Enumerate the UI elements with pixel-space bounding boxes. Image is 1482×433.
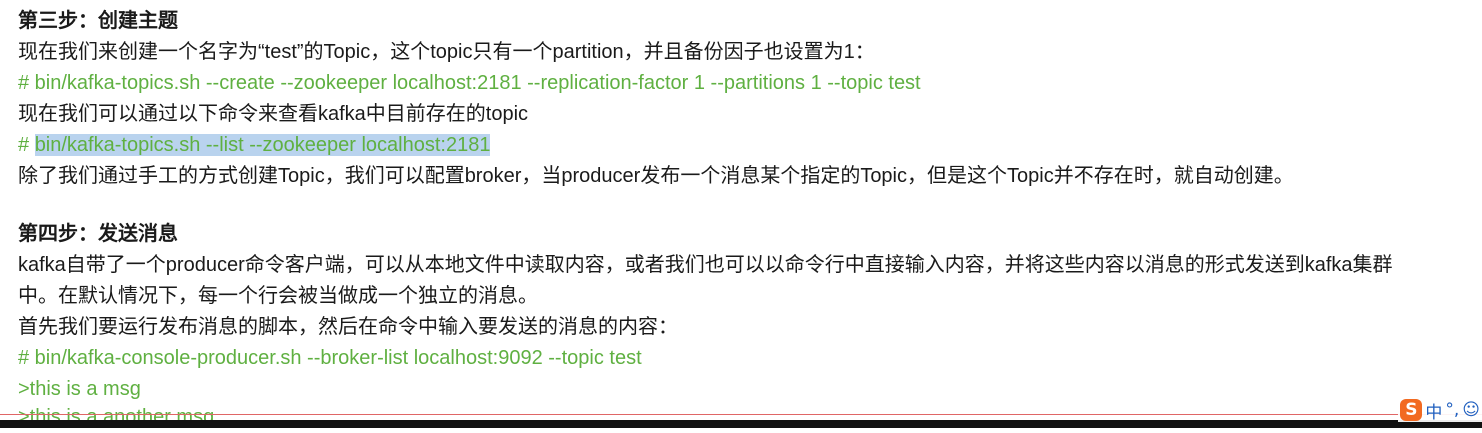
auto-create-note: 除了我们通过手工的方式创建Topic，我们可以配置broker，当produce… [18,165,1294,187]
create-topic-command[interactable]: # bin/kafka-topics.sh --create --zookeep… [18,68,1478,99]
emoji-icon[interactable]: ☺ [1462,400,1480,420]
producer-description-line1: kafka自带了一个producer命令客户端，可以从本地文件中读取内容，或者我… [18,254,1393,276]
sogou-logo-icon[interactable]: S [1400,399,1423,421]
step3-heading: 第三步：创建主题 [18,10,178,32]
producer-description-line2: 中。在默认情况下，每一个行会被当做成一个独立的消息。 [18,285,538,307]
message-input-2-partial: >this is a another msg [18,406,215,428]
list-topic-description: 现在我们可以通过以下命令来查看kafka中目前存在的topic [18,103,529,125]
chinese-mode-toggle[interactable]: 中 [1425,398,1442,423]
command-prefix: # [18,134,35,156]
document-body: 第三步：创建主题 现在我们来创建一个名字为“test”的Topic，这个topi… [18,6,1478,405]
console-producer-command[interactable]: # bin/kafka-console-producer.sh --broker… [18,343,1478,374]
step3-description: 现在我们来创建一个名字为“test”的Topic，这个topic只有一个part… [18,41,875,63]
message-input-1[interactable]: >this is a msg [18,374,1478,405]
list-topic-command[interactable]: # bin/kafka-topics.sh --list --zookeeper… [18,130,1478,161]
ime-toolbar[interactable]: S 中 °, ☺ [1398,398,1482,423]
bottom-bar [0,420,1482,428]
page-divider [0,414,1482,415]
selected-text[interactable]: bin/kafka-topics.sh --list --zookeeper l… [34,134,491,156]
run-script-description: 首先我们要运行发布消息的脚本，然后在命令中输入要发送的消息的内容： [18,316,678,338]
punctuation-toggle[interactable]: °, [1445,400,1459,420]
step4-heading: 第四步：发送消息 [18,223,178,245]
